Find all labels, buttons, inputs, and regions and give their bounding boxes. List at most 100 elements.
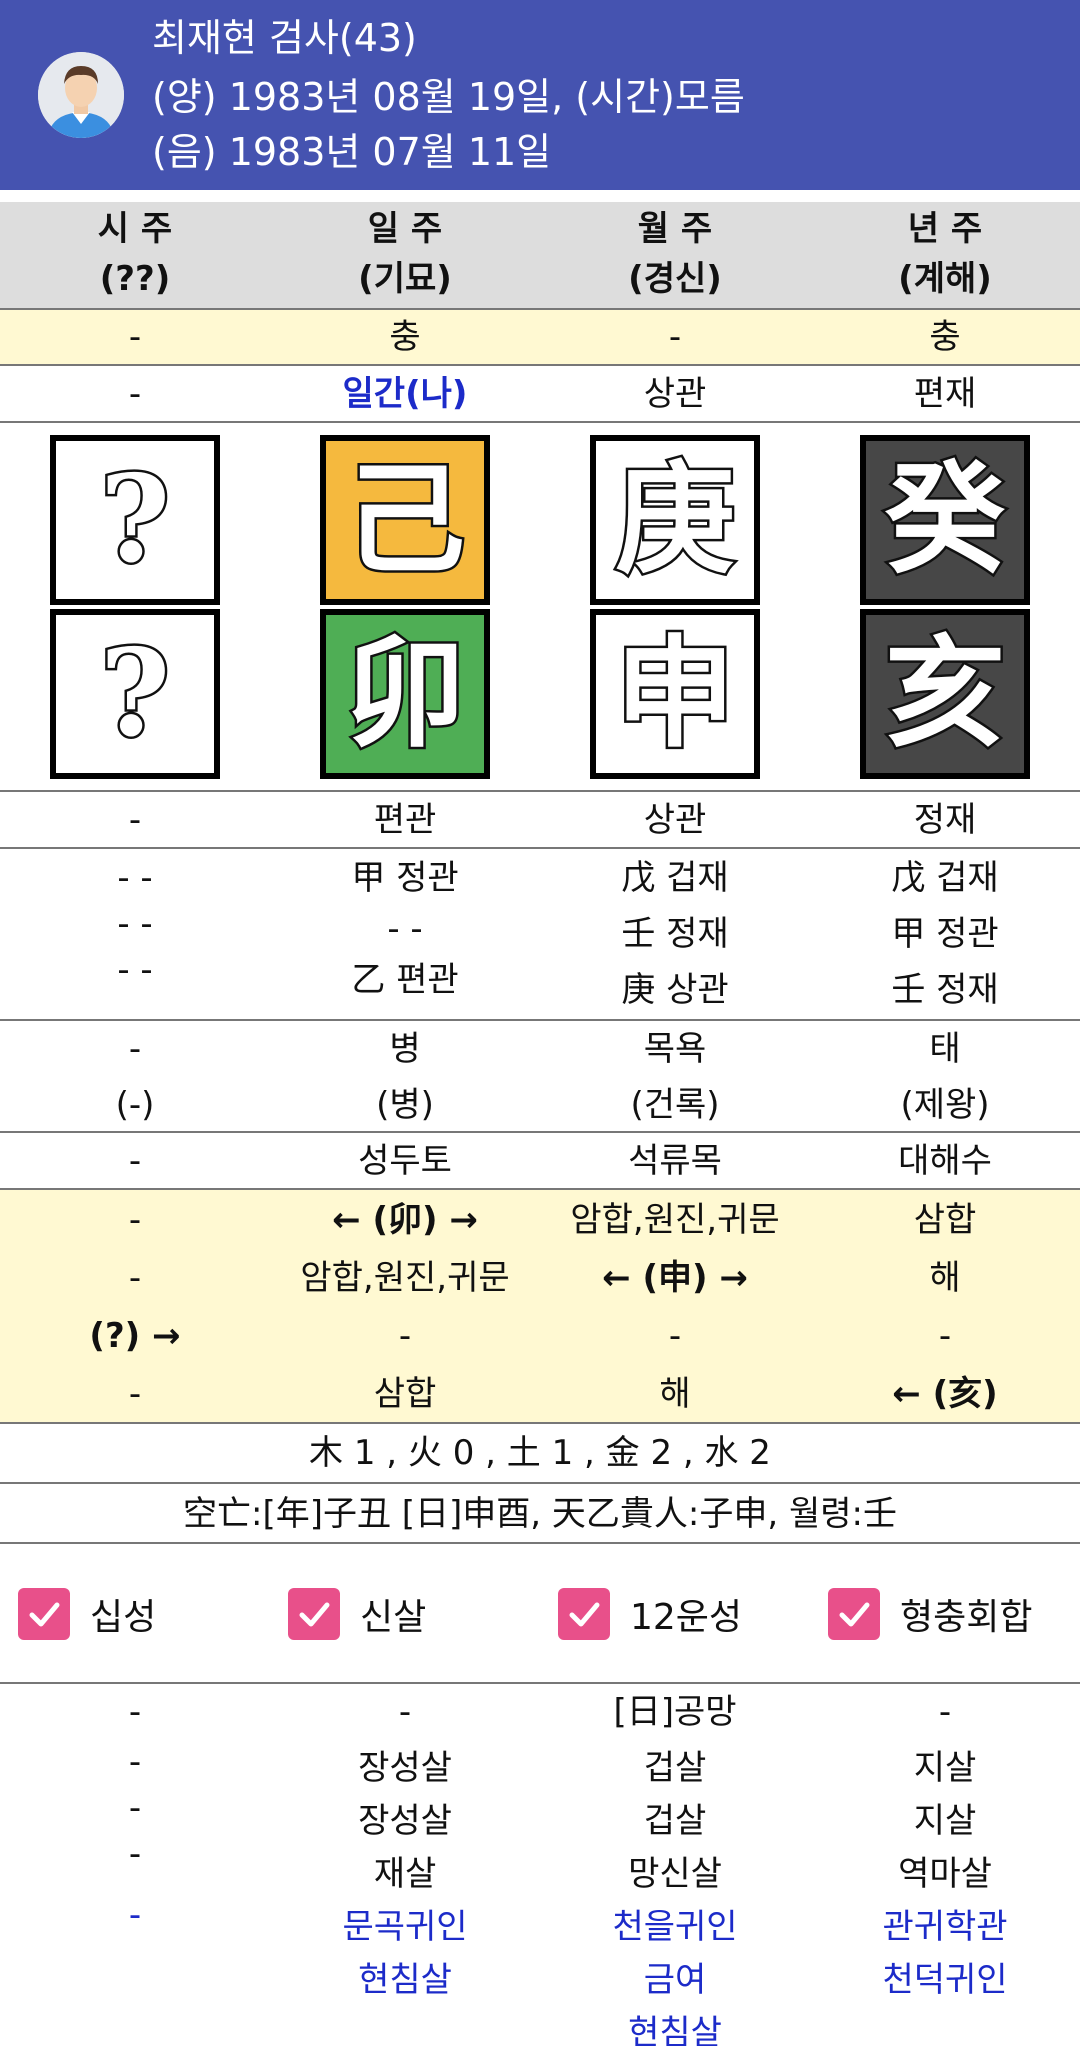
- twelve-stages-row: - (-) 병 (병) 목욕 (건록) 태 (제왕): [0, 1021, 1080, 1133]
- hidden-stem: 壬 정재: [621, 914, 729, 954]
- napeum-row: - 성두토 석류목 대해수: [0, 1133, 1080, 1190]
- checkbox-checked-icon[interactable]: [288, 1588, 340, 1640]
- hidden-stem: - -: [387, 909, 423, 949]
- checkbox-sipseong[interactable]: 십성: [18, 1586, 156, 1642]
- checkbox-checked-icon[interactable]: [18, 1588, 70, 1640]
- sinsal-item: -: [938, 1692, 952, 1732]
- napeum-cell: 대해수: [898, 1141, 992, 1181]
- five-elements-row: 木 1 , 火 0 , 土 1 , 金 2 , 水 2: [0, 1424, 1080, 1484]
- branch-ten-god-cell: 상관: [643, 800, 707, 840]
- clash-cell: -: [128, 317, 142, 357]
- relation-item: 삼합: [913, 1200, 977, 1240]
- branch-ten-gods-row: - 편관 상관 정재: [0, 792, 1080, 849]
- year-stem-tile[interactable]: 癸: [860, 435, 1030, 605]
- relation-item: 삼합: [373, 1374, 437, 1414]
- sinsal-item: 역마살: [898, 1854, 992, 1894]
- profile-header: 최재현 검사(43) (양) 1983년 08월 19일, (시간)모름 (음)…: [0, 0, 1080, 190]
- sinsal-item: 재살: [373, 1854, 437, 1894]
- relation-item: -: [668, 1316, 682, 1356]
- relations-cell: ← (卯) → 암합,원진,귀문 - 삼합: [270, 1190, 540, 1422]
- checkbox-sinsal[interactable]: 신살: [288, 1586, 426, 1642]
- branch-ten-god-cell: 편관: [373, 800, 437, 840]
- sinsal-noble-item: 현침살: [628, 2013, 722, 2046]
- relation-item: (?) →: [89, 1316, 181, 1356]
- clash-cell: 충: [929, 317, 961, 357]
- sinsal-column-hour: - - - - -: [0, 1686, 270, 2046]
- sinsal-item: 지살: [913, 1801, 977, 1841]
- sinsal-noble-item: -: [128, 1895, 142, 1935]
- hidden-stems-cell: 戊 겁재 甲 정관 壬 정재: [810, 849, 1080, 1019]
- hour-branch-tile[interactable]: ?: [50, 609, 220, 779]
- hour-stem-tile[interactable]: ?: [50, 435, 220, 605]
- sinsal-item: 장성살: [358, 1801, 452, 1841]
- hidden-stem: 戊 겁재: [621, 858, 729, 898]
- relation-item: ← (亥): [892, 1374, 998, 1414]
- checkbox-label: 형충회합: [900, 1597, 1033, 1638]
- gongmang-row: 空亡:[年]子丑 [日]申酉, 天乙貴人:子申, 월령:壬: [0, 1484, 1080, 1544]
- napeum-cell: -: [128, 1141, 142, 1181]
- stem-ten-god-cell: -: [128, 374, 142, 414]
- relations-grid: - - (?) → - ← (卯) → 암합,원진,귀문 - 삼합 암합,원진,…: [0, 1190, 1080, 1424]
- person-name-title: 최재현 검사(43): [152, 16, 417, 60]
- checkbox-checked-icon[interactable]: [828, 1588, 880, 1640]
- hidden-stem: - -: [117, 904, 153, 944]
- hidden-stem: - -: [117, 858, 153, 898]
- clash-cell: 충: [389, 317, 421, 357]
- sinsal-item: 망신살: [628, 1854, 722, 1894]
- avatar[interactable]: [38, 52, 124, 138]
- hidden-stem: 壬 정재: [891, 970, 999, 1010]
- sinsal-item: 겁살: [643, 1801, 707, 1841]
- sinsal-column-year: - 지살 지살 역마살 관귀학관 천덕귀인: [810, 1686, 1080, 2046]
- twelve-stage-cell: 태 (제왕): [900, 1029, 990, 1125]
- relation-item: -: [128, 1374, 142, 1414]
- month-branch-tile[interactable]: 申: [590, 609, 760, 779]
- day-stem-tile[interactable]: 己: [320, 435, 490, 605]
- stem-ten-gods-row: - 일간(나) 상관 편재: [0, 366, 1080, 423]
- sinsal-item: -: [128, 1692, 142, 1732]
- sinsal-item: -: [398, 1692, 412, 1732]
- hidden-stem: 甲 정관: [351, 858, 459, 898]
- relation-item: -: [398, 1316, 412, 1356]
- hidden-stem: 戊 겁재: [891, 858, 999, 898]
- sinsal-item: -: [128, 1742, 142, 1782]
- hidden-stems-cell: 戊 겁재 壬 정재 庚 상관: [540, 849, 810, 1019]
- checkbox-label: 신살: [360, 1597, 427, 1638]
- relation-item: ← (卯) →: [332, 1200, 478, 1240]
- sinsal-noble-item: 천덕귀인: [882, 1960, 1008, 2000]
- checkbox-12unseong[interactable]: 12운성: [558, 1586, 742, 1642]
- checkbox-label: 12운성: [630, 1597, 743, 1638]
- checkbox-checked-icon[interactable]: [558, 1588, 610, 1640]
- sinsal-noble-item: 현침살: [358, 1960, 452, 2000]
- year-branch-tile[interactable]: 亥: [860, 609, 1030, 779]
- clash-cell: -: [668, 317, 682, 357]
- five-elements-count: 木 1 , 火 0 , 土 1 , 金 2 , 水 2: [309, 1433, 771, 1473]
- clash-row: - 충 - 충: [0, 310, 1080, 366]
- twelve-stage-cell: - (-): [115, 1029, 155, 1125]
- sinsal-noble-item: 천을귀인: [612, 1907, 738, 1947]
- checkbox-label: 십성: [90, 1597, 157, 1638]
- sinsal-column-month: [日]공망 겁살 겁살 망신살 천을귀인 금여 현침살: [540, 1686, 810, 2046]
- checkbox-hyeongchung[interactable]: 형충회합: [828, 1586, 1032, 1642]
- relation-item: 해: [659, 1374, 691, 1414]
- relation-item: 암합,원진,귀문: [300, 1258, 510, 1298]
- twelve-stage-cell: 목욕 (건록): [630, 1029, 720, 1125]
- column-header-month: 월 주 (경신): [628, 209, 722, 299]
- hidden-stems-cell: - - - - - -: [0, 849, 270, 1019]
- stem-ten-god-cell: 편재: [913, 374, 977, 414]
- lunar-birthdate: (음) 1983년 07월 11일: [152, 130, 552, 174]
- day-branch-tile[interactable]: 卯: [320, 609, 490, 779]
- hidden-stem: 乙 편관: [351, 960, 459, 1000]
- napeum-cell: 성두토: [358, 1141, 452, 1181]
- column-header-year: 년 주 (계해): [898, 209, 992, 299]
- relation-item: ← (申) →: [602, 1258, 748, 1298]
- sinsal-item: [日]공망: [613, 1692, 737, 1732]
- branch-ten-god-cell: 정재: [913, 800, 977, 840]
- solar-birthdate: (양) 1983년 08월 19일, (시간)모름: [152, 75, 745, 119]
- person-avatar-icon: [38, 52, 124, 138]
- display-options: 십성 신살 12운성 형충회합: [0, 1544, 1080, 1684]
- month-stem-tile[interactable]: 庚: [590, 435, 760, 605]
- relation-item: -: [128, 1258, 142, 1298]
- hidden-stem: 庚 상관: [621, 970, 729, 1010]
- stem-ten-god-cell: 상관: [643, 374, 707, 414]
- hidden-stem: 甲 정관: [891, 914, 999, 954]
